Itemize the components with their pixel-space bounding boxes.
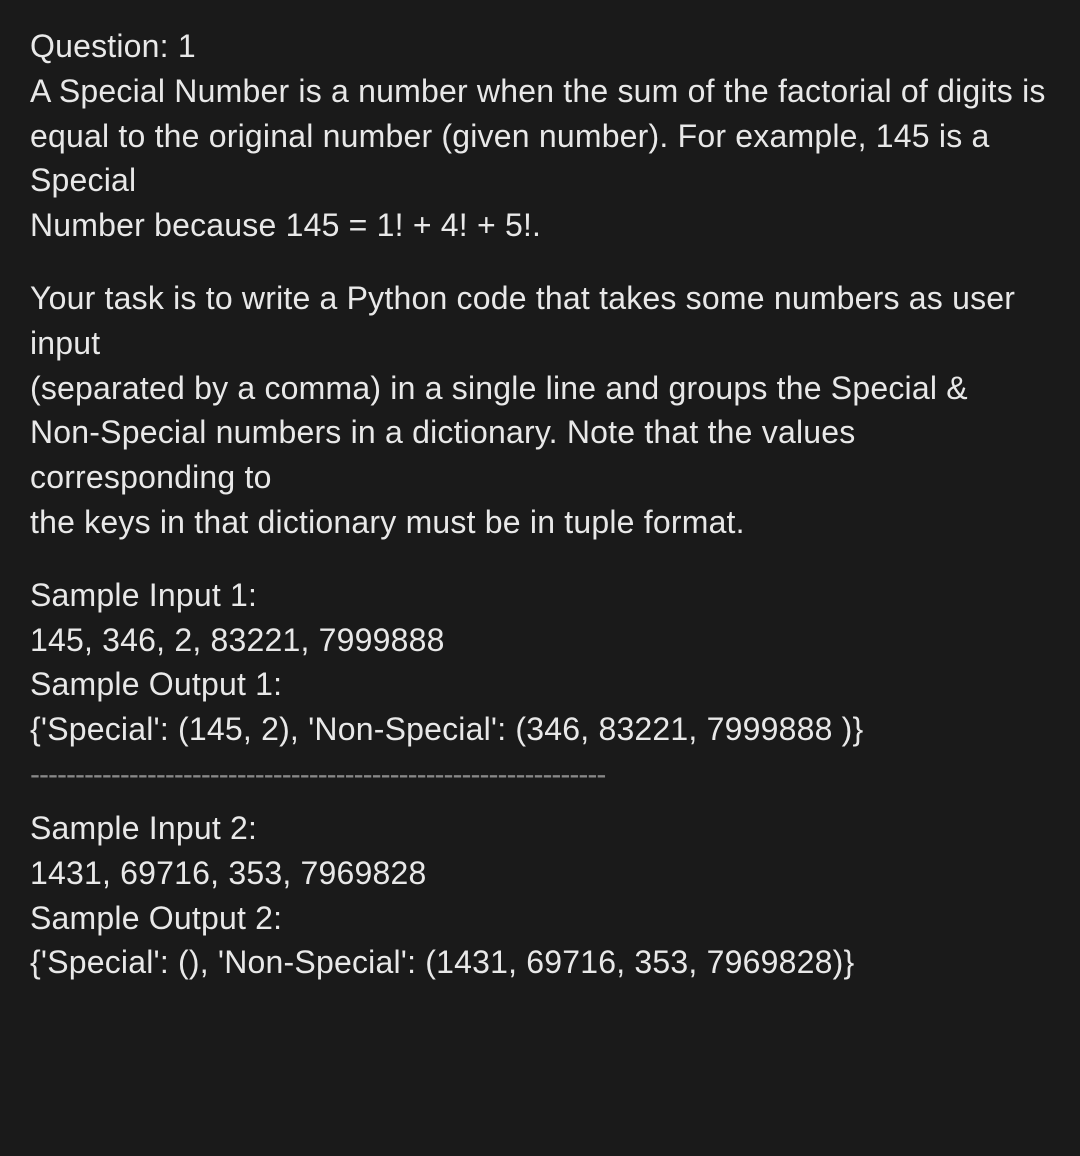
- section-divider: ----------------------------------------…: [30, 754, 1050, 796]
- task-line: Non-Special numbers in a dictionary. Not…: [30, 410, 1050, 500]
- sample-input-label: Sample Input 2:: [30, 806, 1050, 851]
- sample-output-label: Sample Output 1:: [30, 662, 1050, 707]
- sample-input-value: 1431, 69716, 353, 7969828: [30, 851, 1050, 896]
- definition-line: A Special Number is a number when the su…: [30, 69, 1050, 114]
- question-definition-block: Question: 1 A Special Number is a number…: [30, 24, 1050, 248]
- task-line: (separated by a comma) in a single line …: [30, 366, 1050, 411]
- sample-input-label: Sample Input 1:: [30, 573, 1050, 618]
- question-content: Question: 1 A Special Number is a number…: [30, 24, 1050, 985]
- question-task-block: Your task is to write a Python code that…: [30, 276, 1050, 545]
- definition-line: equal to the original number (given numb…: [30, 114, 1050, 204]
- sample-output-value: {'Special': (), 'Non-Special': (1431, 69…: [30, 940, 1050, 985]
- task-line: Your task is to write a Python code that…: [30, 276, 1050, 366]
- definition-line: Number because 145 = 1! + 4! + 5!.: [30, 203, 1050, 248]
- task-line: the keys in that dictionary must be in t…: [30, 500, 1050, 545]
- sample-io-2: Sample Input 2: 1431, 69716, 353, 796982…: [30, 806, 1050, 985]
- sample-output-label: Sample Output 2:: [30, 896, 1050, 941]
- question-title: Question: 1: [30, 24, 1050, 69]
- sample-io-1: Sample Input 1: 145, 346, 2, 83221, 7999…: [30, 573, 1050, 752]
- sample-output-value: {'Special': (145, 2), 'Non-Special': (34…: [30, 707, 1050, 752]
- sample-input-value: 145, 346, 2, 83221, 7999888: [30, 618, 1050, 663]
